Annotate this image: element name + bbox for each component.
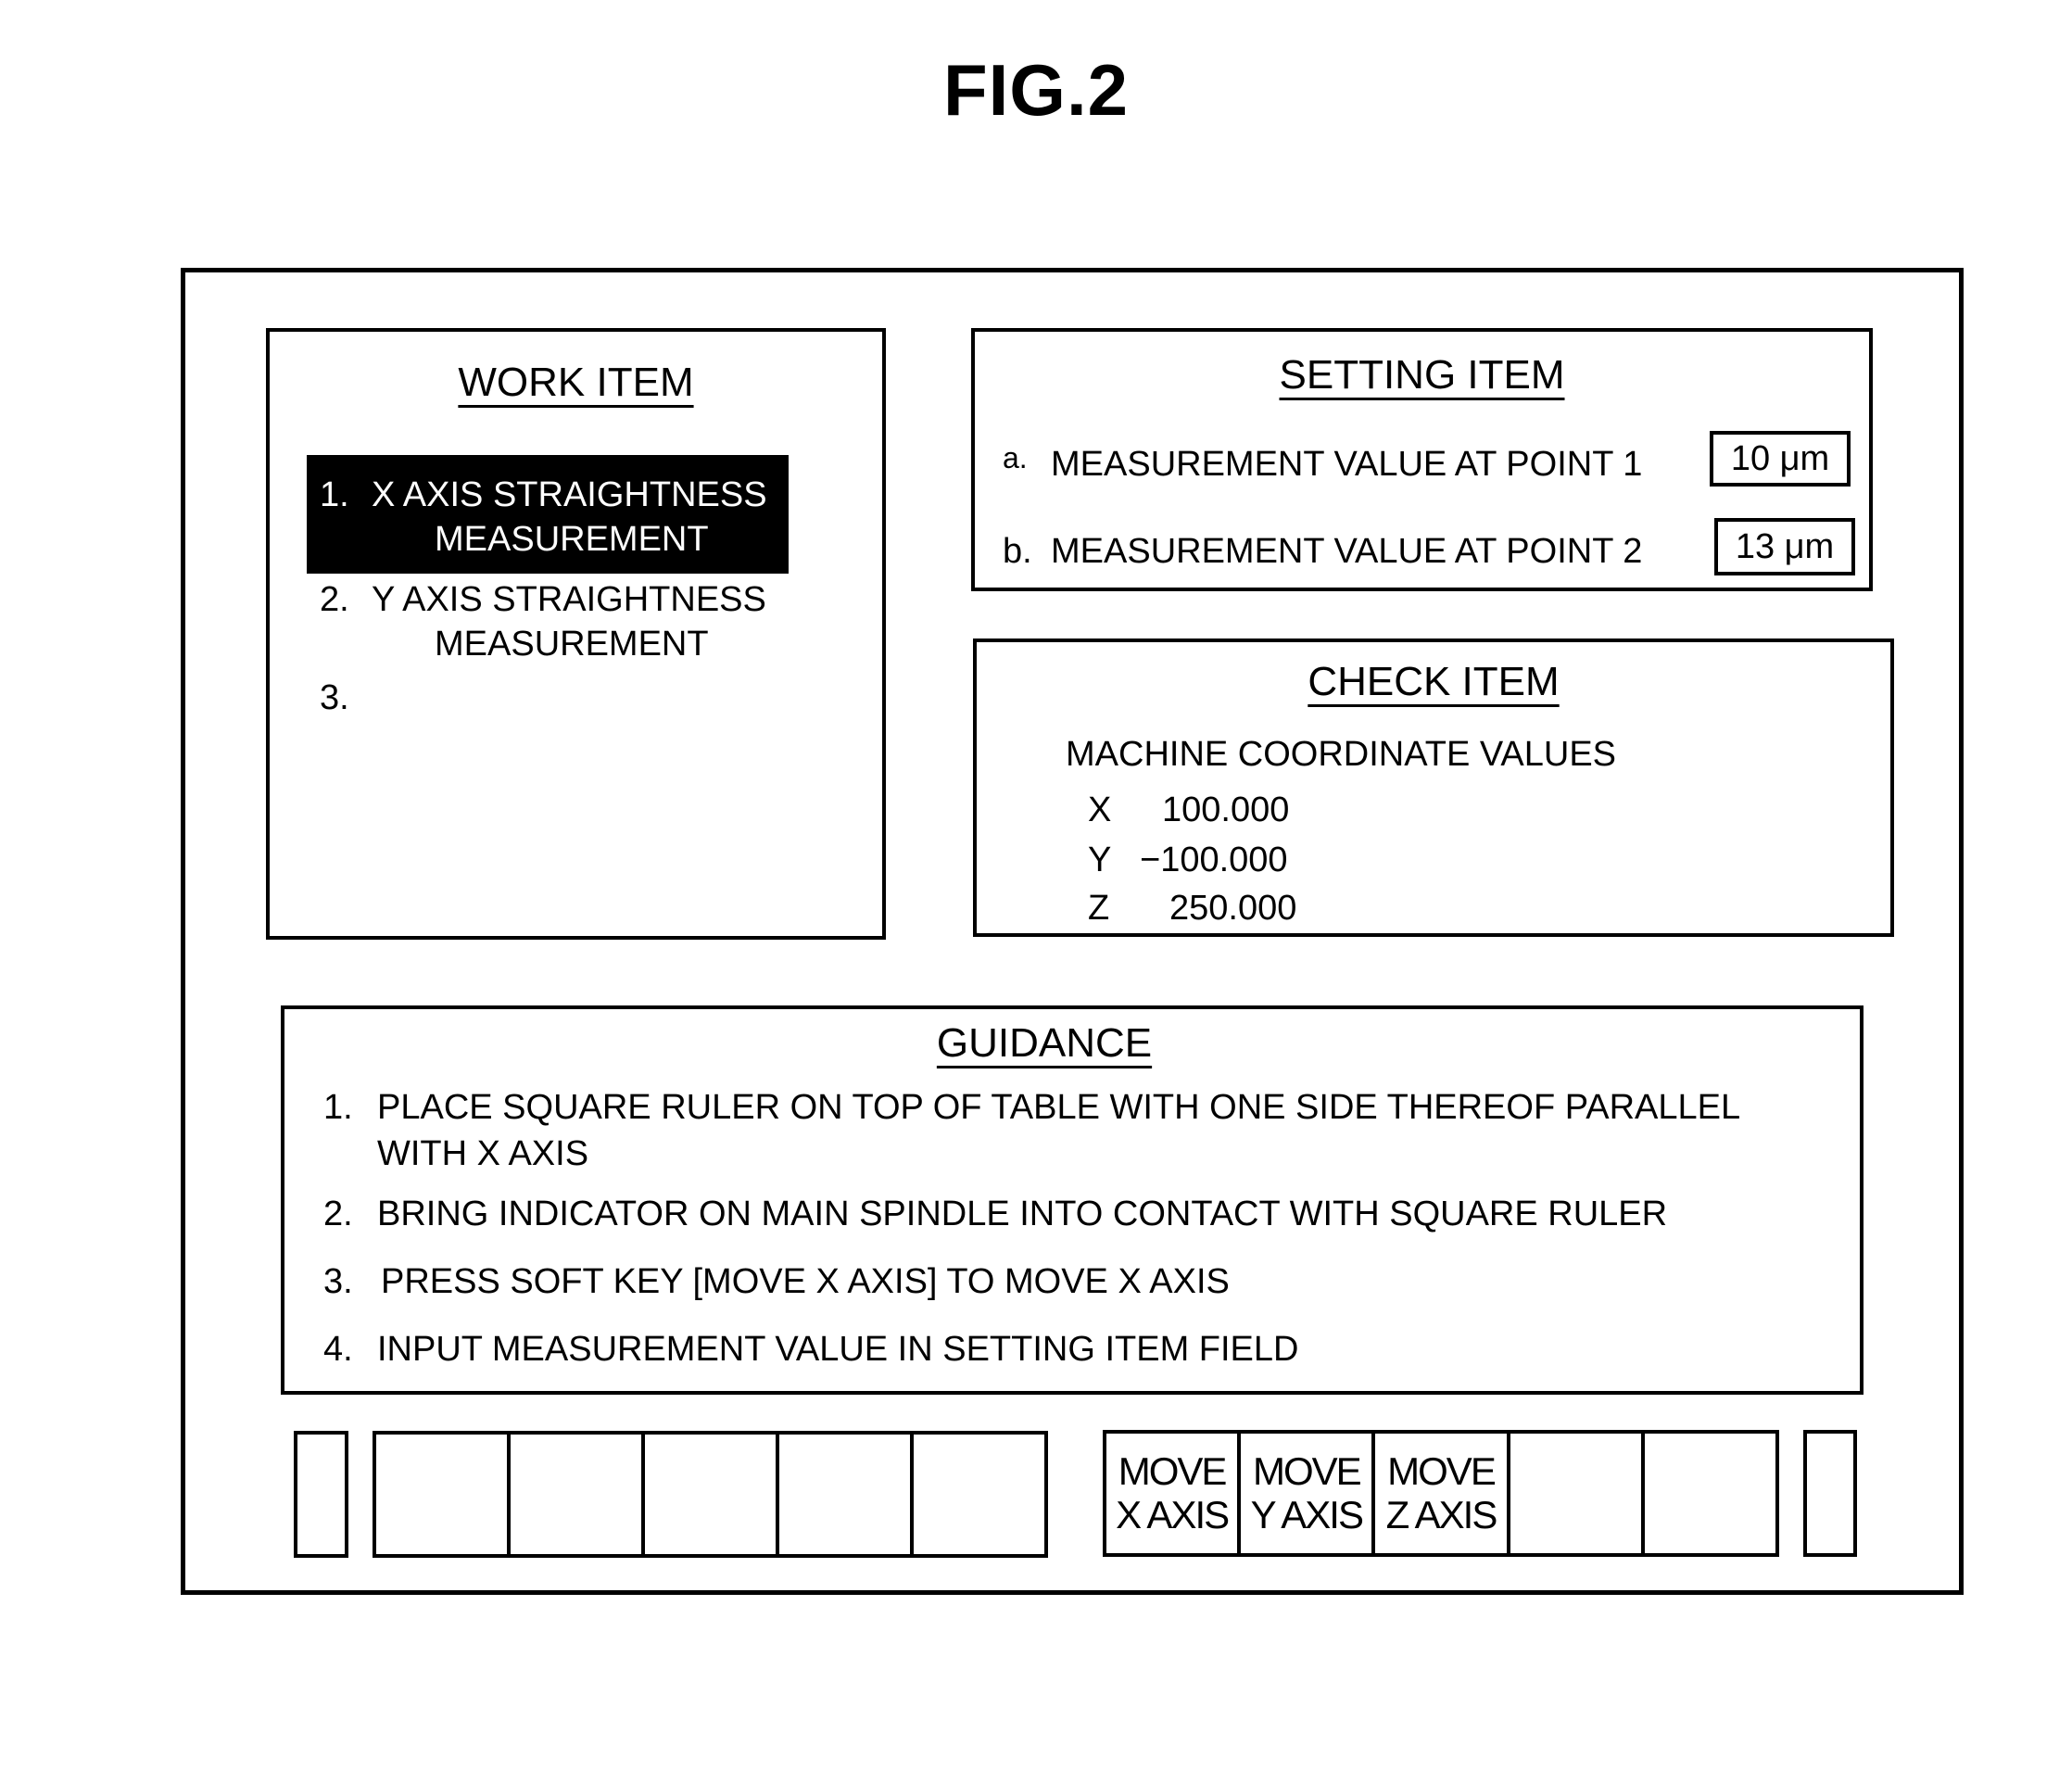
work-item-label-line2: MEASUREMENT bbox=[435, 625, 709, 664]
soft-key[interactable] bbox=[641, 1435, 776, 1554]
figure-title: FIG.2 bbox=[942, 49, 1130, 131]
work-item-title: WORK ITEM bbox=[458, 360, 694, 405]
soft-key-next-page[interactable] bbox=[1803, 1430, 1857, 1557]
soft-key[interactable] bbox=[376, 1435, 507, 1554]
work-item-2[interactable]: 2. Y AXIS STRAIGHTNESS MEASUREMENT bbox=[307, 575, 789, 676]
check-item-panel: CHECK ITEM MACHINE COORDINATE VALUES X 1… bbox=[973, 638, 1894, 937]
work-item-label-line2: MEASUREMENT bbox=[435, 520, 709, 559]
guidance-panel: GUIDANCE 1. PLACE SQUARE RULER ON TOP OF… bbox=[281, 1005, 1864, 1395]
setting-field-prefix: a. bbox=[1003, 441, 1028, 474]
setting-field-label: MEASUREMENT VALUE AT POINT 1 bbox=[1051, 445, 1643, 484]
soft-key[interactable] bbox=[910, 1435, 1044, 1554]
work-item-panel: WORK ITEM 1. X AXIS STRAIGHTNESS MEASURE… bbox=[266, 328, 886, 940]
work-item-number: 2. bbox=[320, 580, 349, 619]
point2-value-field[interactable]: 13 μm bbox=[1714, 518, 1855, 575]
move-z-axis-button[interactable]: MOVE Z AXIS bbox=[1371, 1434, 1506, 1553]
guidance-title: GUIDANCE bbox=[936, 1020, 1153, 1066]
coordinate-axis-label: Y bbox=[1088, 841, 1112, 879]
move-x-axis-button[interactable]: MOVE X AXIS bbox=[1106, 1434, 1237, 1553]
check-item-title: CHECK ITEM bbox=[1308, 659, 1560, 704]
setting-item-panel: SETTING ITEM a. MEASUREMENT VALUE AT POI… bbox=[971, 328, 1873, 591]
soft-key[interactable] bbox=[1640, 1434, 1775, 1553]
work-item-label: X AXIS STRAIGHTNESS bbox=[372, 475, 767, 514]
coordinate-axis-label: X bbox=[1088, 790, 1112, 829]
coordinate-value: −100.000 bbox=[1140, 841, 1288, 879]
point1-value-field[interactable]: 10 μm bbox=[1710, 431, 1851, 487]
coordinate-value: 100.000 bbox=[1162, 790, 1290, 829]
move-y-axis-button[interactable]: MOVE Y AXIS bbox=[1237, 1434, 1371, 1553]
setting-item-title: SETTING ITEM bbox=[1279, 352, 1565, 398]
soft-key-group-left bbox=[373, 1431, 1048, 1558]
work-item-1[interactable]: 1. X AXIS STRAIGHTNESS MEASUREMENT bbox=[307, 455, 789, 574]
soft-key[interactable] bbox=[776, 1435, 910, 1554]
soft-key[interactable] bbox=[1506, 1434, 1641, 1553]
setting-field-prefix: b. bbox=[1003, 532, 1032, 571]
soft-key-prev-page[interactable] bbox=[294, 1431, 348, 1558]
work-item-number: 3. bbox=[320, 678, 349, 717]
work-item-3[interactable]: 3. bbox=[307, 676, 789, 732]
coordinate-axis-label: Z bbox=[1088, 889, 1110, 928]
work-item-number: 1. bbox=[320, 475, 349, 514]
machine-coordinates-label: MACHINE COORDINATE VALUES bbox=[1066, 735, 1617, 774]
soft-key[interactable] bbox=[507, 1435, 641, 1554]
setting-field-label: MEASUREMENT VALUE AT POINT 2 bbox=[1051, 532, 1643, 571]
work-item-label: Y AXIS STRAIGHTNESS bbox=[372, 580, 766, 619]
soft-key-group-right: MOVE X AXIS MOVE Y AXIS MOVE Z AXIS bbox=[1103, 1430, 1779, 1557]
coordinate-value: 250.000 bbox=[1169, 889, 1297, 928]
